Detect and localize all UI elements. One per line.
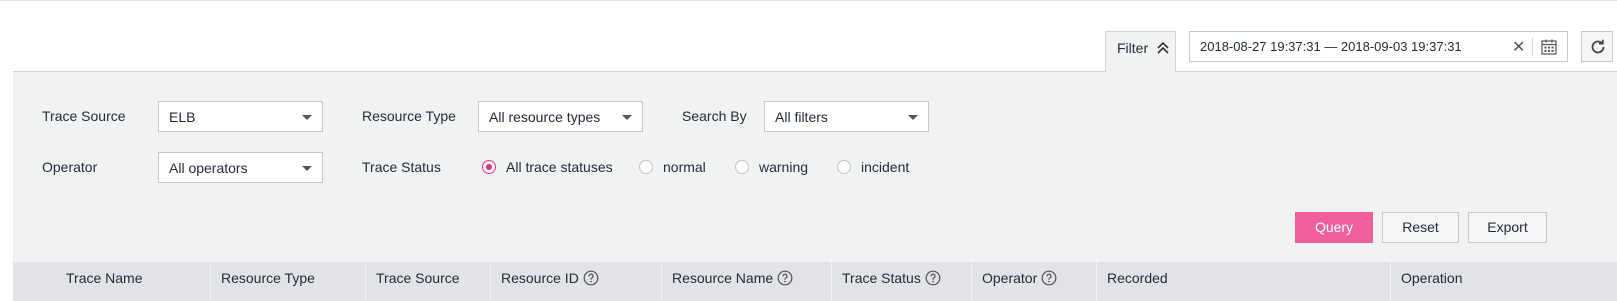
column-header-operator[interactable]: Operator: [971, 262, 1096, 301]
filter-label: Filter: [1117, 40, 1149, 56]
help-icon[interactable]: [1041, 270, 1057, 286]
date-range-picker[interactable]: 2018-08-27 19:37:31 — 2018-09-03 19:37:3…: [1189, 31, 1568, 62]
column-label: Resource Name: [672, 270, 774, 286]
export-button[interactable]: Export: [1468, 212, 1547, 243]
calendar-icon[interactable]: [1540, 38, 1558, 56]
top-divider: [0, 0, 1617, 1]
operator-value: All operators: [169, 160, 248, 176]
column-header-resource-name[interactable]: Resource Name: [661, 262, 831, 301]
search-by-label: Search By: [682, 108, 747, 124]
help-icon[interactable]: [777, 270, 793, 286]
column-header-resource-type[interactable]: Resource Type: [210, 262, 365, 301]
trace-status-label: Trace Status: [362, 159, 441, 175]
column-label: Trace Status: [842, 270, 921, 286]
radio-label: warning: [759, 159, 809, 175]
search-by-value: All filters: [775, 109, 828, 125]
chevron-double-up-icon: [1157, 41, 1169, 54]
caret-down-icon: [302, 166, 312, 171]
radio-circle: [735, 160, 749, 174]
column-label: Operator: [982, 270, 1038, 286]
column-label-wrap: Resource ID: [501, 270, 599, 286]
column-label: Recorded: [1107, 270, 1168, 286]
column-header-operation: Operation: [1390, 262, 1617, 301]
column-label: Resource ID: [501, 270, 579, 286]
trace-source-value: ELB: [169, 109, 196, 125]
caret-down-icon: [908, 115, 918, 120]
refresh-button[interactable]: [1581, 31, 1613, 62]
help-icon[interactable]: [925, 270, 941, 286]
column-header-recorded[interactable]: Recorded: [1096, 262, 1390, 301]
column-label-wrap: Operator: [982, 270, 1057, 286]
column-label: Trace Name: [66, 270, 143, 286]
date-range-value: 2018-08-27 19:37:31 — 2018-09-03 19:37:3…: [1200, 39, 1462, 54]
table-header: Trace Name Resource Type Trace Source Re…: [13, 262, 1617, 301]
radio-circle: [639, 160, 653, 174]
help-icon[interactable]: [583, 270, 599, 286]
caret-down-icon: [302, 115, 312, 120]
trace-source-label: Trace Source: [42, 108, 126, 124]
query-button[interactable]: Query: [1295, 212, 1373, 243]
radio-label: normal: [663, 159, 706, 175]
divider: [1532, 38, 1533, 56]
resource-type-value: All resource types: [489, 109, 601, 125]
column-label: Resource Type: [221, 270, 315, 286]
filter-panel: Trace Source ELB Resource Type All resou…: [13, 71, 1617, 262]
resource-type-select[interactable]: All resource types: [478, 101, 643, 132]
filter-toggle[interactable]: Filter: [1105, 31, 1176, 72]
refresh-icon: [1591, 39, 1605, 54]
clear-icon[interactable]: ✕: [1512, 37, 1525, 57]
column-header-trace-source[interactable]: Trace Source: [365, 262, 490, 301]
radio-circle: [837, 160, 851, 174]
column-label: Operation: [1401, 270, 1463, 286]
radio-circle: [482, 160, 496, 174]
radio-label: incident: [861, 159, 910, 175]
column-header-resource-id[interactable]: Resource ID: [490, 262, 661, 301]
column-header-trace-name[interactable]: Trace Name: [13, 262, 210, 301]
radio-label: All trace statuses: [506, 159, 613, 175]
column-header-trace-status[interactable]: Trace Status: [831, 262, 971, 301]
caret-down-icon: [622, 115, 632, 120]
column-label-wrap: Resource Name: [672, 270, 793, 286]
trace-source-select[interactable]: ELB: [158, 101, 323, 132]
search-by-select[interactable]: All filters: [764, 101, 929, 132]
column-label-wrap: Trace Status: [842, 270, 941, 286]
column-label: Trace Source: [376, 270, 460, 286]
resource-type-label: Resource Type: [362, 108, 456, 124]
reset-button[interactable]: Reset: [1382, 212, 1459, 243]
operator-select[interactable]: All operators: [158, 152, 323, 183]
operator-label: Operator: [42, 159, 98, 175]
